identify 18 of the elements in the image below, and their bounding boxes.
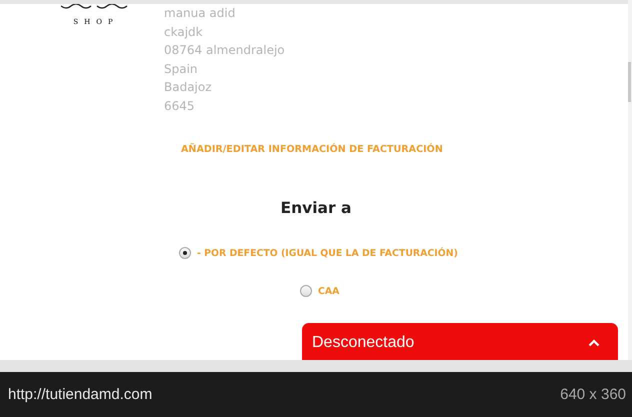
chat-widget-bar[interactable]: Desconectado (302, 323, 618, 360)
option-label[interactable]: - POR DEFECTO (IGUAL QUE LA DE FACTURACIÓN) (197, 248, 458, 258)
scrollbar-thumb[interactable] (628, 62, 631, 102)
chevron-up-icon[interactable] (588, 339, 600, 347)
option-label[interactable]: CAA (318, 286, 340, 296)
address-line: manua adid (164, 5, 236, 22)
section-title: Enviar a (280, 199, 352, 217)
radio-button[interactable] (179, 247, 191, 259)
viewport-size: 640 x 360 (560, 386, 626, 403)
chat-status: Desconectado (312, 334, 414, 352)
address-line: Spain (164, 60, 199, 78)
edit-billing-link[interactable]: AÑADIR/EDITAR INFORMACIÓN DE FACTURACIÓN (181, 144, 443, 155)
radio-button[interactable] (300, 285, 312, 297)
address-line: ckajdk (164, 24, 204, 40)
page-url: http://tutiendamd.com (8, 386, 152, 403)
address-line: 6645 (164, 98, 196, 114)
address-line: Badajoz (164, 79, 213, 96)
address-line: 08764 almendralejo (164, 42, 285, 59)
